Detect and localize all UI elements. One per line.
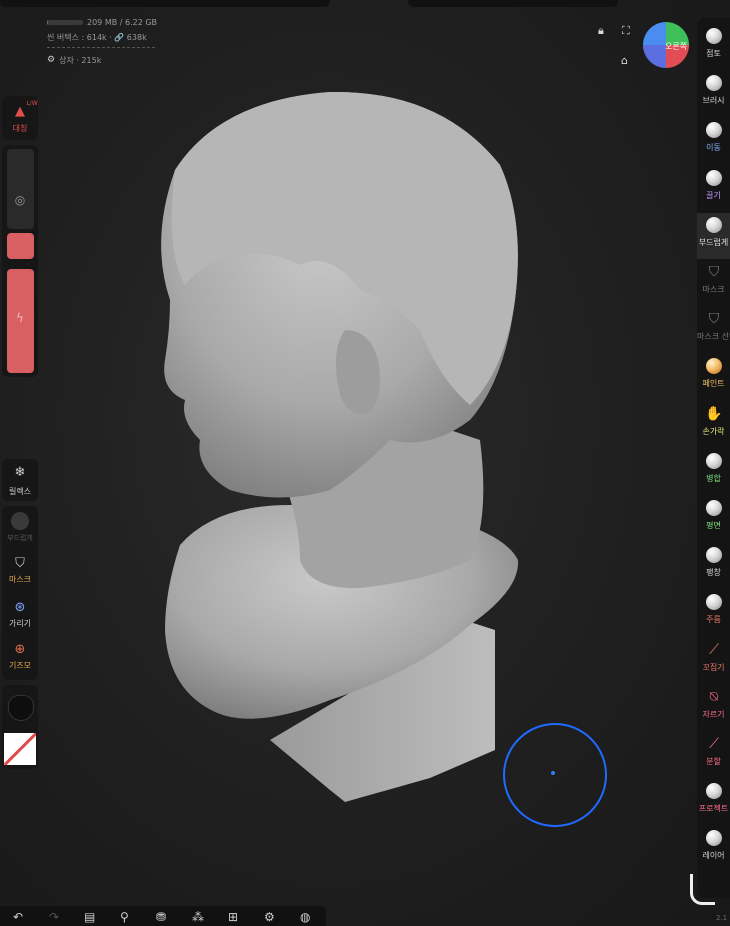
brush-cursor-ring [503, 723, 607, 827]
tool-ball-icon [706, 28, 722, 44]
file-icon[interactable]: ▤ [84, 910, 95, 924]
tool-glyph-icon: ✋ [705, 405, 723, 422]
tool-label: 주름 [706, 615, 721, 625]
tool-ball-icon [706, 122, 722, 139]
tool-label: 꼬집기 [702, 662, 725, 672]
tool-ball-icon [706, 75, 722, 92]
tool-ball-icon [706, 216, 722, 233]
tool-item[interactable]: 레이어 [697, 826, 730, 872]
tool-item[interactable]: ⟋ 분할 [697, 732, 730, 778]
scene-icon[interactable]: ⁂ [192, 910, 204, 924]
tool-label: 병합 [706, 473, 721, 483]
tool-glyph-icon: ⍉ [709, 688, 719, 705]
tool-label: 평면 [706, 521, 721, 530]
brush-cursor-center [551, 771, 555, 775]
tool-sidebar: 점토브러시이동끌기부드럽게 ⛉ 마스크 ⛉ 마스크 선택페인트 ✋ 손가락병합평면팽창주름 ⟋… [697, 18, 730, 898]
tool-ball-icon [706, 169, 722, 186]
tool-item[interactable]: ⍉ 자르기 [697, 685, 730, 731]
tool-ball-icon [706, 358, 722, 375]
tool-item[interactable]: 끌기 [697, 166, 730, 212]
tool-item[interactable]: ⛉ 마스크 [697, 260, 730, 306]
tool-glyph-icon: ⟋ [709, 736, 719, 752]
tool-ball-icon [706, 830, 722, 847]
tool-label: 손가락 [702, 426, 725, 436]
tool-item[interactable]: ⟋ 꼬집기 [697, 638, 730, 684]
settings-icon[interactable]: ⚙ [264, 910, 275, 924]
search-icon[interactable]: ⚲ [120, 910, 129, 924]
tool-label: 팽창 [706, 568, 721, 578]
tool-item[interactable]: 팽창 [697, 543, 730, 589]
tool-ball-icon [706, 500, 722, 516]
tool-glyph-icon: ⛉ [708, 264, 720, 280]
shading-icon[interactable]: ◍ [300, 910, 310, 924]
tool-item[interactable]: 페인트 [697, 354, 730, 400]
stroke-path-icon[interactable] [690, 874, 715, 905]
tool-ball-icon [706, 452, 722, 469]
tool-label: 자르기 [702, 709, 725, 719]
tool-label: 프로젝트 [698, 804, 729, 814]
tool-item[interactable]: 프로젝트 [697, 779, 730, 825]
redo-icon[interactable]: ↷ [49, 910, 59, 924]
tool-item[interactable]: 브러시 [697, 71, 730, 117]
tool-glyph-icon: ⛉ [708, 311, 720, 328]
tool-item[interactable]: 점토 [697, 24, 730, 70]
tool-label: 페인트 [702, 379, 725, 389]
tool-label: 분할 [706, 757, 721, 766]
tool-label: 마스크 선택 [697, 332, 730, 342]
tool-item[interactable]: ⛉ 마스크 선택 [697, 307, 730, 353]
tool-item[interactable]: 주름 [697, 590, 730, 636]
bust-model[interactable] [161, 91, 519, 802]
view-icon[interactable]: ⛃ [156, 910, 166, 924]
version-label: 2.1 [716, 914, 728, 922]
topology-icon[interactable]: ⊞ [228, 910, 238, 924]
tool-label: 이동 [706, 143, 721, 153]
tool-label: 레이어 [702, 851, 725, 861]
tool-label: 점토 [706, 49, 721, 58]
tool-label: 부드럽게 [698, 237, 729, 247]
undo-icon[interactable]: ↶ [13, 910, 23, 924]
tool-label: 끌기 [706, 190, 721, 200]
tool-item[interactable]: 부드럽게 [697, 212, 730, 259]
sculpt-viewport[interactable] [0, 0, 730, 926]
bottom-toolbar: ↶ ↷ ▤ ⚲ ⛃ ⁂ ⊞ ⚙ ◍ [0, 906, 326, 926]
tool-item[interactable]: 병합 [697, 449, 730, 495]
tool-ball-icon [706, 594, 722, 611]
tool-item[interactable]: ✋ 손가락 [697, 402, 730, 448]
tool-glyph-icon: ⟋ [709, 641, 719, 658]
tool-ball-icon [706, 547, 722, 564]
tool-ball-icon [706, 783, 722, 800]
tool-label: 마스크 [702, 285, 725, 294]
tool-item[interactable]: 평면 [697, 496, 730, 542]
tool-label: 브러시 [702, 96, 725, 106]
tool-item[interactable]: 이동 [697, 118, 730, 164]
